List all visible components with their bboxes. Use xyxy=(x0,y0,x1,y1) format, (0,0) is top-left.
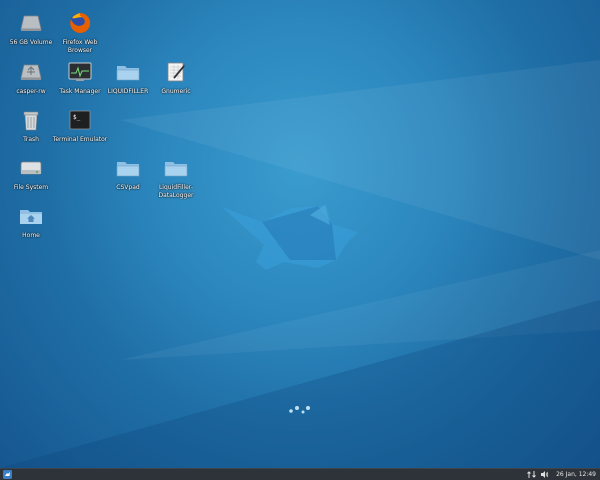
icon-label: LIQUIDFILLER xyxy=(107,88,149,95)
xfce-mouse-logo xyxy=(222,205,358,270)
home-folder-icon xyxy=(18,203,44,229)
desktop[interactable]: 56 GB Volume Firefox Web Browser casper-… xyxy=(0,0,600,468)
desktop-icon-terminal[interactable]: $_ Terminal Emulator xyxy=(52,107,108,144)
desktop-icon-gnumeric[interactable]: Gnumeric xyxy=(148,59,204,96)
icon-label: File System xyxy=(13,184,49,191)
icon-label: Gnumeric xyxy=(161,88,191,95)
icon-label: Trash xyxy=(23,136,39,143)
volume-icon[interactable] xyxy=(540,470,549,479)
folder-icon xyxy=(115,155,141,181)
network-icon[interactable] xyxy=(527,470,536,479)
trash-icon xyxy=(18,107,44,133)
icon-label: Firefox Web Browser xyxy=(62,39,98,54)
desktop-icon-home[interactable]: Home xyxy=(3,203,59,240)
terminal-icon: $_ xyxy=(67,107,93,133)
drive-icon xyxy=(18,10,44,36)
system-tray: 26 Jan, 12:49 xyxy=(527,470,600,479)
task-manager-icon xyxy=(67,59,93,85)
folder-icon xyxy=(115,59,141,85)
clock[interactable]: 26 Jan, 12:49 xyxy=(556,471,596,478)
folder-icon xyxy=(163,155,189,181)
desktop-icon-trash[interactable]: Trash xyxy=(3,107,59,144)
desktop-icon-file-system[interactable]: File System xyxy=(3,155,59,192)
svg-text:$_: $_ xyxy=(73,114,81,121)
desktop-icon-firefox[interactable]: Firefox Web Browser xyxy=(52,10,108,55)
desktop-icon-liquidfiller-datalogger[interactable]: LiquidFiller-DataLogger xyxy=(148,155,204,200)
desktop-icon-casper-rw[interactable]: casper-rw xyxy=(3,59,59,96)
icon-label: Terminal Emulator xyxy=(52,136,108,143)
gnumeric-icon xyxy=(163,59,189,85)
xfce-menu-icon[interactable] xyxy=(2,470,12,480)
icon-label: CSVpad xyxy=(116,184,140,191)
icon-label: casper-rw xyxy=(16,88,46,95)
icon-label: Home xyxy=(22,232,40,239)
desktop-icon-56gb-volume[interactable]: 56 GB Volume xyxy=(3,10,59,47)
icon-label: LiquidFiller-DataLogger xyxy=(158,184,194,199)
icon-label: Task Manager xyxy=(59,88,101,95)
firefox-icon xyxy=(67,10,93,36)
icon-label: 56 GB Volume xyxy=(9,39,53,46)
harddisk-icon xyxy=(18,155,44,181)
bottom-panel: 26 Jan, 12:49 xyxy=(0,468,600,480)
drive-icon xyxy=(18,59,44,85)
